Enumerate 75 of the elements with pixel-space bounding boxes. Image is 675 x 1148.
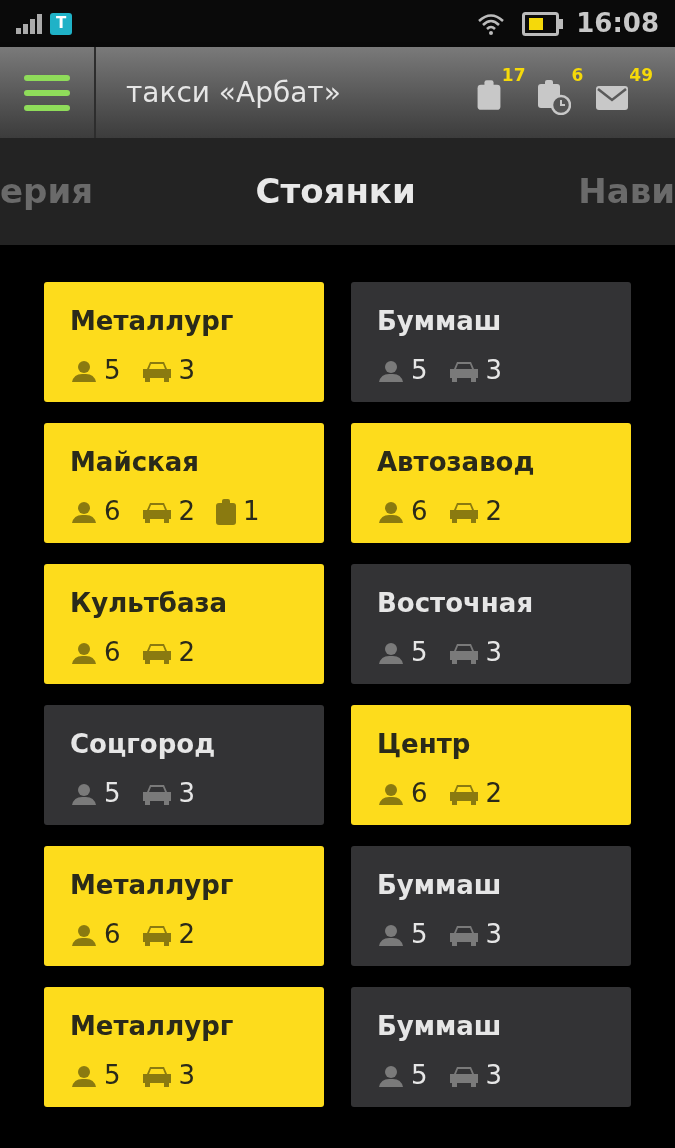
stand-name: Буммаш <box>377 869 502 902</box>
car-count: 2 <box>178 918 196 951</box>
stand-name: Соцгород <box>70 728 216 761</box>
parking-card[interactable]: Центр 6 2 <box>351 705 631 825</box>
person-icon <box>377 358 405 383</box>
driver-count: 6 <box>104 495 121 528</box>
stand-name: Культбаза <box>70 587 228 620</box>
driver-count: 5 <box>104 777 121 810</box>
person-icon <box>377 922 405 947</box>
person-icon <box>377 499 405 524</box>
parking-card[interactable]: Буммаш 5 3 <box>351 846 631 966</box>
clipboard-icon <box>215 497 238 526</box>
order-count: 1 <box>243 495 260 528</box>
person-icon <box>70 922 98 947</box>
clipboard-clock-icon <box>537 79 572 115</box>
mail-icon <box>595 85 630 111</box>
driver-count: 6 <box>411 495 428 528</box>
tab[interactable]: Стоянки <box>255 166 416 217</box>
person-icon <box>70 499 98 524</box>
counter-button[interactable]: 49 <box>595 65 653 111</box>
car-count: 3 <box>178 777 196 810</box>
parking-card[interactable]: Буммаш 5 3 <box>351 987 631 1107</box>
wifi-icon <box>478 12 505 35</box>
stand-name: Металлург <box>70 1010 234 1043</box>
driver-count: 6 <box>104 636 121 669</box>
driver-count: 5 <box>411 1059 428 1092</box>
driver-count: 5 <box>104 1059 121 1092</box>
driver-count: 6 <box>104 918 121 951</box>
stand-name: Буммаш <box>377 305 502 338</box>
app-title: такси «Арбат» <box>126 74 341 111</box>
stand-name: Восточная <box>377 587 534 620</box>
parking-card[interactable]: Автозавод 6 2 <box>351 423 631 543</box>
person-icon <box>377 781 405 806</box>
car-count: 3 <box>485 636 503 669</box>
car-count: 2 <box>485 777 503 810</box>
car-count: 3 <box>178 354 196 387</box>
stand-name: Майская <box>70 446 199 479</box>
car-count: 2 <box>178 636 196 669</box>
stand-name: Металлург <box>70 305 234 338</box>
car-count: 2 <box>178 495 196 528</box>
parking-card[interactable]: Металлург 5 3 <box>44 987 324 1107</box>
clipboard-icon <box>475 79 502 111</box>
parking-card[interactable]: Соцгород 5 3 <box>44 705 324 825</box>
car-count: 2 <box>485 495 503 528</box>
parking-card[interactable]: Восточная 5 3 <box>351 564 631 684</box>
parking-card[interactable]: Металлург 6 2 <box>44 846 324 966</box>
signal-icon <box>16 13 44 34</box>
parking-card[interactable]: Металлург 5 3 <box>44 282 324 402</box>
driver-count: 5 <box>104 354 121 387</box>
car-count: 3 <box>485 354 503 387</box>
clock-time: 16:08 <box>576 7 659 40</box>
stand-name: Центр <box>377 728 471 761</box>
counter-button[interactable]: 6 <box>537 65 584 115</box>
driver-count: 6 <box>411 777 428 810</box>
carrier-badge: T <box>50 12 72 35</box>
person-icon <box>70 781 98 806</box>
parking-card[interactable]: Буммаш 5 3 <box>351 282 631 402</box>
parking-card[interactable]: Культбаза 6 2 <box>44 564 324 684</box>
person-icon <box>70 640 98 665</box>
stand-name: Буммаш <box>377 1010 502 1043</box>
person-icon <box>70 1063 98 1088</box>
person-icon <box>70 358 98 383</box>
stand-name: Автозавод <box>377 446 535 479</box>
person-icon <box>377 640 405 665</box>
parking-card[interactable]: Майская 6 2 1 <box>44 423 324 543</box>
car-count: 3 <box>485 918 503 951</box>
car-count: 3 <box>178 1059 196 1092</box>
counter-button[interactable]: 17 <box>475 65 526 111</box>
driver-count: 5 <box>411 636 428 669</box>
stand-name: Металлург <box>70 869 234 902</box>
car-count: 3 <box>485 1059 503 1092</box>
person-icon <box>377 1063 405 1088</box>
battery-icon <box>522 11 565 36</box>
driver-count: 5 <box>411 918 428 951</box>
driver-count: 5 <box>411 354 428 387</box>
